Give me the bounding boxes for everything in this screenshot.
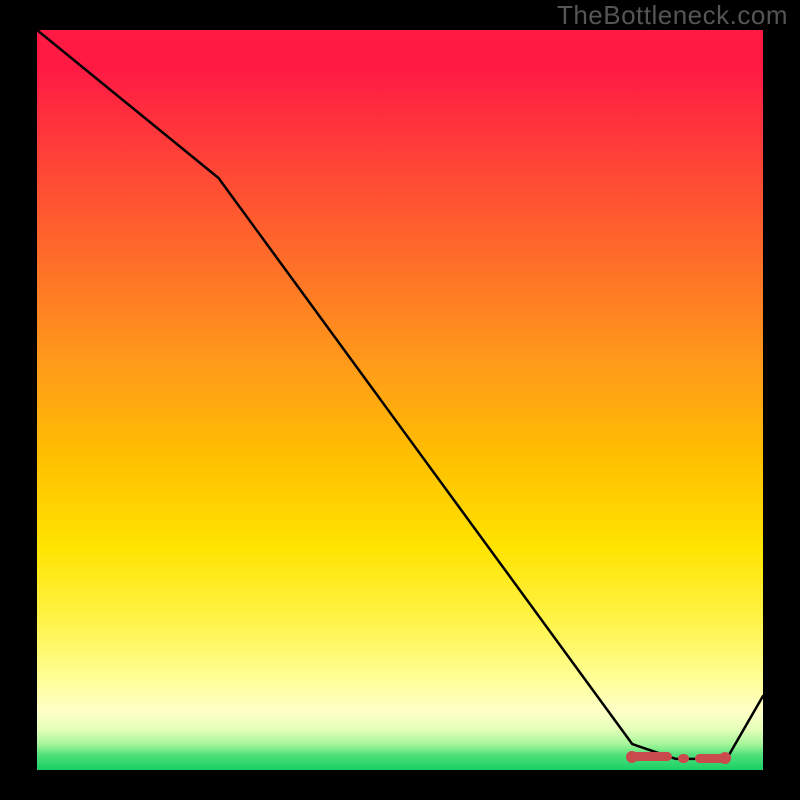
plot-gradient-background — [37, 30, 763, 770]
chart-frame: TheBottleneck.com — [0, 0, 800, 800]
watermark-text: TheBottleneck.com — [557, 0, 788, 31]
